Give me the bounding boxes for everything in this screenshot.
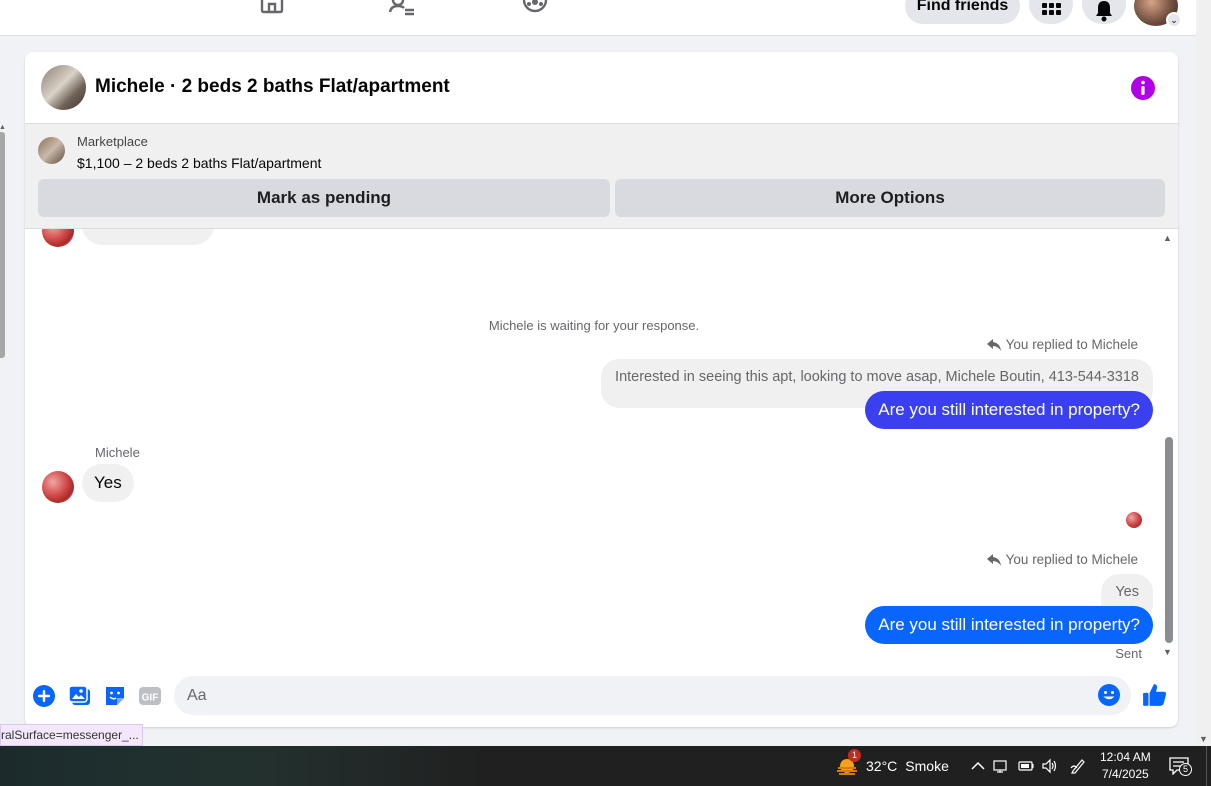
message-composer: GIF — [25, 672, 1178, 722]
listing-thumbnail[interactable] — [38, 137, 65, 164]
weather-description: Smoke — [905, 758, 949, 774]
groups-icon[interactable] — [521, 0, 549, 18]
pen-icon[interactable] — [1070, 758, 1086, 774]
link-status-bar: ralSurface=messenger_... — [0, 724, 143, 746]
friends-icon[interactable] — [388, 0, 416, 18]
more-options-button[interactable]: More Options — [615, 179, 1165, 217]
contact-avatar-small[interactable] — [42, 471, 74, 503]
clock-time: 12:04 AM — [1100, 750, 1151, 764]
network-icon[interactable] — [993, 758, 1009, 774]
account-avatar[interactable]: ⌄ — [1134, 0, 1182, 28]
sender-name: Michele — [95, 445, 140, 460]
top-navigation-bar: Find friends ⌄ — [0, 0, 1196, 36]
message-bubble-incoming[interactable]: Yes — [82, 464, 134, 502]
menu-button[interactable] — [1029, 0, 1073, 24]
notifications-button[interactable] — [1082, 0, 1126, 24]
chevron-up-icon[interactable] — [970, 758, 986, 774]
left-gutter: ▲ — [0, 36, 8, 746]
weather-alert-badge: 1 — [848, 749, 861, 762]
window-scrollbar[interactable]: ▼ — [1196, 0, 1211, 746]
bell-icon — [1096, 1, 1112, 22]
weather-widget[interactable]: 1 32°C Smoke — [836, 749, 949, 777]
listing-title[interactable]: $1,100 – 2 beds 2 baths Flat/apartment — [77, 155, 321, 171]
home-icon[interactable] — [258, 0, 286, 18]
marketplace-listing-bar: Marketplace $1,100 – 2 beds 2 baths Flat… — [25, 124, 1178, 229]
seen-indicator-avatar — [1126, 512, 1142, 528]
message-scrollbar-thumb[interactable] — [1165, 437, 1173, 643]
chat-window: Michele · 2 beds 2 baths Flat/apartment … — [25, 52, 1178, 727]
system-clock[interactable]: 12:04 AM 7/4/2025 — [1100, 749, 1151, 783]
waiting-notice: Michele is waiting for your response. — [488, 318, 700, 333]
left-scrollbar-thumb[interactable] — [0, 132, 5, 358]
message-scrollbar[interactable]: ▲ ▼ — [1163, 229, 1178, 667]
chevron-down-icon: ⌄ — [1166, 12, 1182, 28]
reply-indicator: You replied to Michele — [986, 552, 1138, 567]
chat-title[interactable]: Michele · 2 beds 2 baths Flat/apartment — [95, 76, 450, 98]
info-icon[interactable] — [1131, 76, 1155, 100]
scroll-up-arrow-icon[interactable]: ▲ — [1163, 233, 1172, 243]
message-list: Michele is waiting for your response. Yo… — [25, 229, 1178, 667]
notification-center-button[interactable]: 5 — [1169, 757, 1192, 777]
marketplace-label: Marketplace — [77, 134, 148, 149]
chat-header: Michele · 2 beds 2 baths Flat/apartment — [25, 52, 1178, 124]
clock-date: 7/4/2025 — [1101, 767, 1149, 781]
grid-menu-icon — [1042, 3, 1061, 15]
delivery-status: Sent — [1115, 646, 1142, 661]
weather-temperature: 32°C — [866, 758, 898, 774]
svg-text:GIF: GIF — [142, 693, 159, 704]
reply-indicator: You replied to Michele — [986, 337, 1138, 352]
photo-icon[interactable] — [68, 684, 92, 708]
reply-indicator-label: You replied to Michele — [1005, 552, 1138, 567]
contact-avatar[interactable] — [41, 65, 86, 110]
scroll-up-arrow-icon[interactable]: ▲ — [0, 124, 6, 131]
taskbar: 1 32°C Smoke 12:04 AM 7/4/2025 5 — [0, 746, 1211, 786]
battery-icon[interactable] — [1018, 758, 1034, 774]
sticker-icon[interactable] — [103, 684, 127, 708]
contact-avatar-small[interactable] — [42, 229, 74, 247]
plus-actions-icon[interactable] — [32, 684, 56, 708]
mark-as-pending-button[interactable]: Mark as pending — [38, 179, 610, 217]
message-input[interactable] — [187, 676, 1087, 715]
reply-indicator-label: You replied to Michele — [1005, 337, 1138, 352]
reply-arrow-icon — [986, 553, 1001, 566]
notification-count-badge: 5 — [1179, 763, 1192, 776]
scroll-down-arrow-icon[interactable]: ▼ — [1199, 734, 1208, 744]
weather-icon: 1 — [836, 749, 861, 777]
thumbs-up-icon[interactable] — [1142, 682, 1168, 708]
message-bubble-outgoing[interactable]: Are you still interested in property? — [865, 606, 1153, 644]
message-input-container — [174, 676, 1131, 715]
find-friends-button[interactable]: Find friends — [905, 0, 1020, 24]
show-desktop-button[interactable] — [1206, 746, 1207, 786]
emoji-icon[interactable] — [1097, 683, 1121, 707]
volume-icon[interactable] — [1042, 758, 1058, 774]
message-bubble-outgoing[interactable]: Are you still interested in property? — [865, 391, 1153, 429]
gif-icon[interactable]: GIF — [138, 684, 162, 708]
scroll-down-arrow-icon[interactable]: ▼ — [1163, 647, 1172, 657]
reply-arrow-icon — [986, 338, 1001, 351]
message-bubble-incoming — [82, 229, 214, 245]
